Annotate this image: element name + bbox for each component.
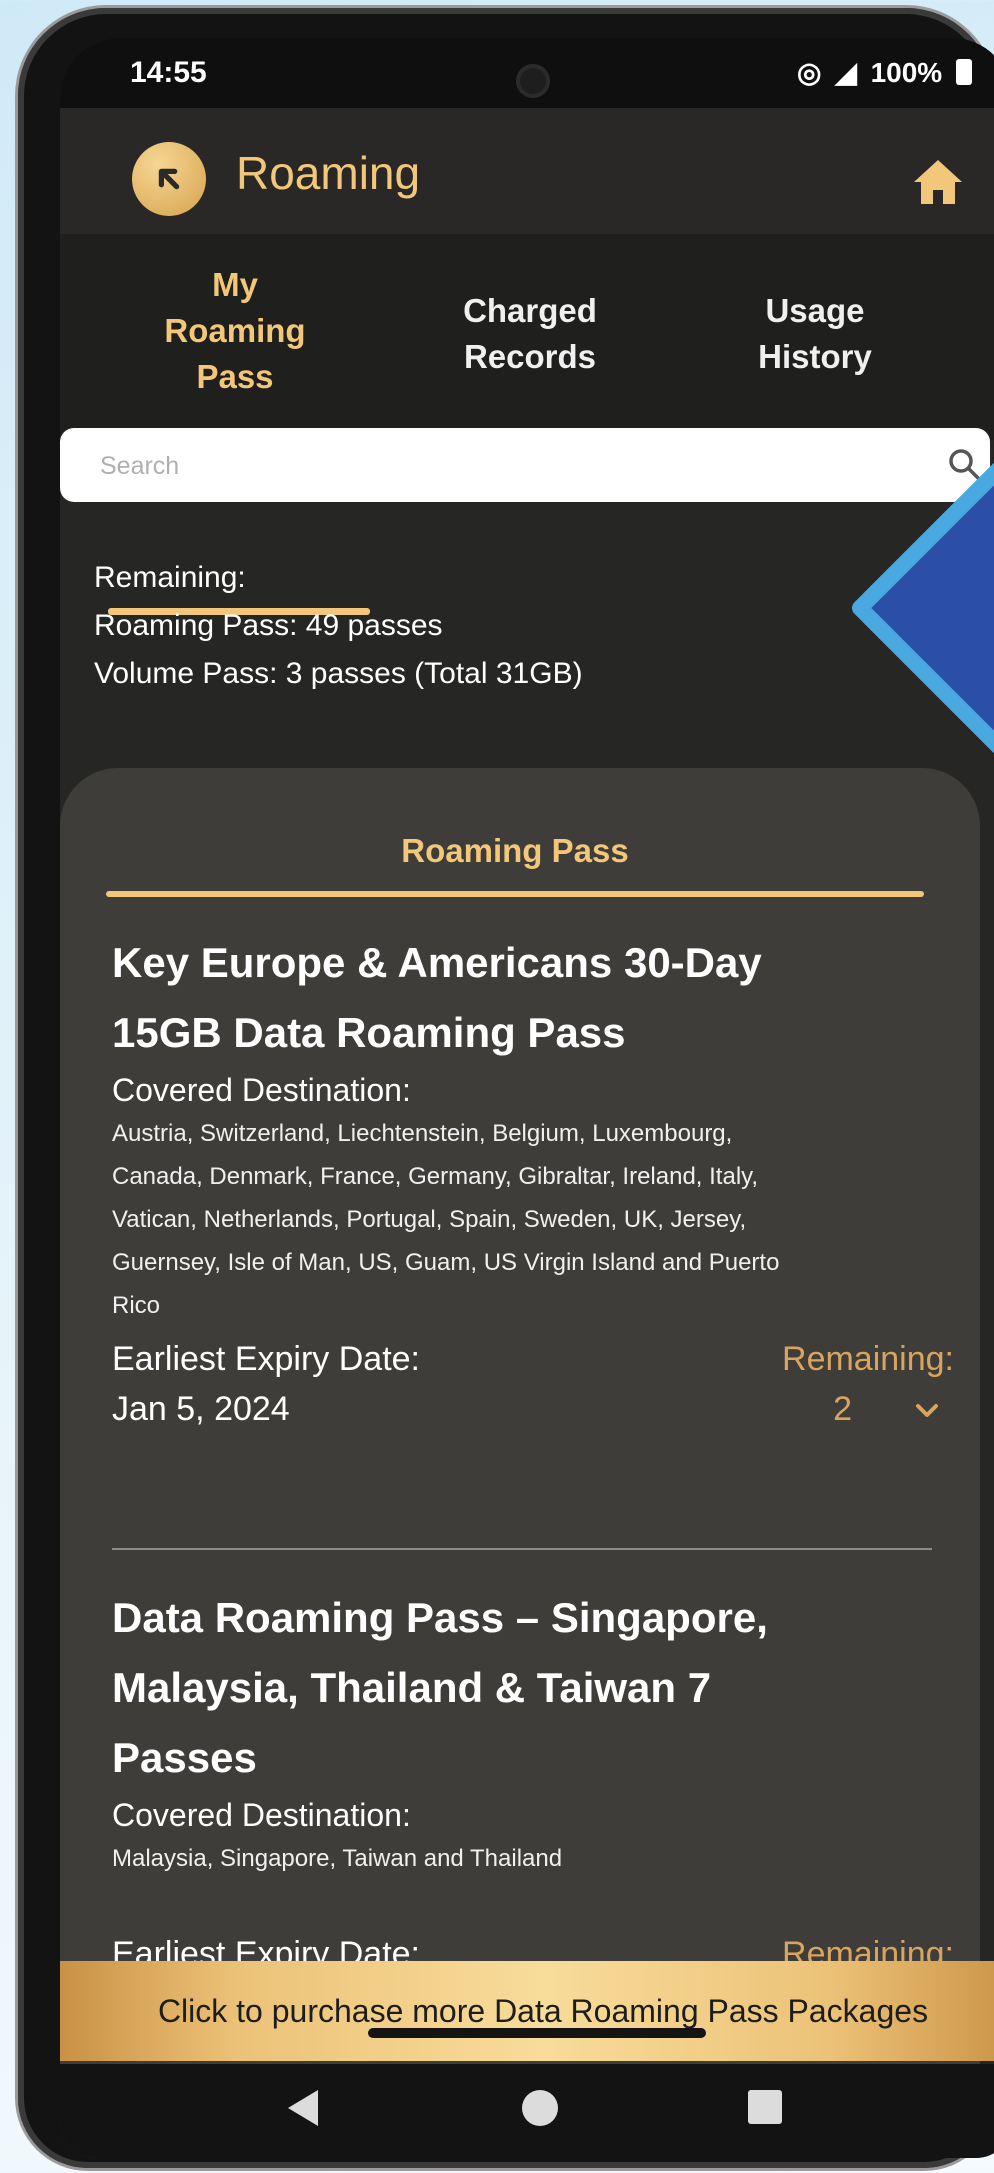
pass-item[interactable]: Data Roaming Pass – Singapore, Malaysia,… [112,1583,954,2003]
nav-recents-icon[interactable] [748,2090,782,2124]
phone-frame: 14:55 ◎ ◢ 100% Roaming My Roaming Pass C… [18,8,994,2168]
back-button[interactable] [132,142,206,216]
purchase-more-packages-button[interactable]: Click to purchase more Data Roaming Pass… [60,1961,994,2061]
expiry-label: Earliest Expiry Date: [112,1340,420,1378]
tab-label: Charged [463,292,597,329]
item-divider [112,1548,932,1550]
covered-line: Canada, Denmark, France, Germany, Gibral… [112,1163,759,1190]
remaining-count: 2 [833,1390,852,1428]
hotspot-icon: ◎ [797,57,822,88]
remaining-summary: Remaining: Roaming Pass: 49 passes Volum… [94,554,583,698]
battery-icon [956,59,972,85]
covered-line: Guernsey, Isle of Man, US, Guam, US Virg… [112,1249,780,1276]
pass-name-line: Data Roaming Pass – Singapore, [112,1594,768,1641]
system-nav-bar [60,2064,994,2158]
card-title: Roaming Pass [401,832,629,869]
battery-percent: 100% [870,57,943,88]
covered-line: Austria, Switzerland, Liechtenstein, Bel… [112,1120,733,1147]
status-bar: 14:55 ◎ ◢ 100% [60,38,994,108]
pass-name-line: Key Europe & Americans 30-Day [112,939,762,986]
status-icons: ◎ ◢ 100% [791,56,972,89]
covered-label: Covered Destination: [112,1797,411,1833]
front-camera [516,64,550,98]
chevron-down-icon[interactable] [910,1394,944,1428]
summary-volume-pass: Volume Pass: 3 passes (Total 31GB) [94,657,583,690]
pass-name-line: 15GB Data Roaming Pass [112,1009,626,1056]
search-input[interactable] [98,446,902,486]
tab-label: Usage [765,292,865,329]
covered-line: Vatican, Netherlands, Portugal, Spain, S… [112,1206,747,1233]
phone-screen: 14:55 ◎ ◢ 100% Roaming My Roaming Pass C… [60,38,994,2158]
tab-charged-records[interactable]: Charged Records [400,288,660,380]
covered-label: Covered Destination: [112,1072,411,1108]
home-icon[interactable] [910,156,966,208]
covered-destinations: Malaysia, Singapore, Taiwan and Thailand [112,1837,942,1880]
signal-icon: ◢ [835,57,857,88]
decorative-blue-diamond [852,462,994,754]
pass-name-line: Malaysia, Thailand & Taiwan 7 [112,1664,712,1711]
tab-bar: My Roaming Pass Charged Records Usage Hi… [60,234,994,615]
summary-heading: Remaining: [94,561,246,594]
page-title: Roaming [236,147,421,199]
remaining-label: Remaining: [782,1340,954,1378]
roaming-pass-card: Roaming Pass Key Europe & Americans 30-D… [60,768,980,2158]
card-title-underline [106,891,924,897]
summary-roaming-pass: Roaming Pass: 49 passes [94,609,443,642]
tab-label: My [212,266,258,303]
covered-line: Rico [112,1292,161,1319]
covered-line: Malaysia, Singapore, Taiwan and Thailand [112,1845,563,1872]
covered-destinations: Austria, Switzerland, Liechtenstein, Bel… [112,1112,942,1327]
nav-home-icon[interactable] [522,2090,558,2126]
nav-back-icon[interactable] [288,2090,318,2126]
tab-label: Records [463,338,597,375]
tab-usage-history[interactable]: Usage History [700,288,930,380]
tab-label: Pass [196,358,274,395]
pass-name-line: Passes [112,1734,257,1781]
arrow-up-left-icon [158,168,180,190]
tab-label: Roaming [164,312,306,349]
pass-item[interactable]: Key Europe & Americans 30-Day 15GB Data … [112,928,954,1428]
pass-name: Key Europe & Americans 30-Day 15GB Data … [112,928,942,1068]
status-time: 14:55 [130,56,207,89]
tab-label: History [758,338,872,375]
gesture-handle[interactable] [368,2028,706,2038]
pass-name: Data Roaming Pass – Singapore, Malaysia,… [112,1583,942,1793]
tab-my-roaming-pass[interactable]: My Roaming Pass [100,262,370,400]
expiry-date: Jan 5, 2024 [112,1390,290,1428]
